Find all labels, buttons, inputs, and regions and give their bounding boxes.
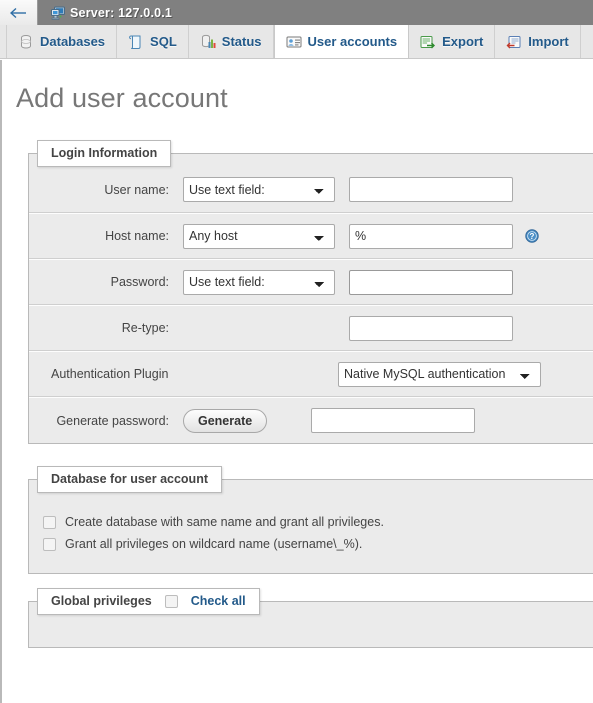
tab-label: Status — [221, 34, 262, 49]
sql-document-icon — [128, 34, 144, 50]
tab-label: SQL — [150, 34, 177, 49]
form-row-host-name: Host name: Any host ? — [29, 213, 593, 259]
help-question-icon[interactable]: ? — [525, 229, 539, 243]
user-account-card-icon — [286, 34, 302, 50]
tab-label: Databases — [40, 34, 106, 49]
password-label: Password: — [110, 275, 169, 289]
section-gap-2 — [2, 574, 593, 588]
login-information-legend: Login Information — [37, 140, 172, 167]
form-row-retype: Re-type: — [29, 305, 593, 351]
retype-label: Re-type: — [121, 321, 169, 335]
tab-export[interactable]: Export — [409, 25, 496, 58]
status-chart-icon — [200, 34, 216, 50]
form-row-auth-plugin: Authentication Plugin Native MySQL authe… — [29, 351, 593, 397]
generate-password-label: Generate password: — [56, 413, 169, 428]
wildcard-privileges-checkbox[interactable] — [43, 537, 56, 551]
create-database-checkbox[interactable] — [43, 515, 56, 529]
tab-databases[interactable]: Databases — [6, 25, 118, 58]
server-monitor-icon — [51, 6, 66, 20]
check-all-checkbox[interactable] — [164, 594, 178, 608]
global-privileges-title: Global privileges — [51, 594, 152, 608]
global-privileges-fieldset: Global privileges Check all — [28, 588, 593, 648]
tab-import[interactable]: Import — [495, 25, 581, 58]
password-mode-select[interactable]: Use text field: — [183, 269, 335, 295]
user-name-label: User name: — [104, 182, 169, 197]
auth-plugin-select[interactable]: Native MySQL authentication — [338, 361, 541, 387]
back-button[interactable] — [0, 0, 38, 25]
database-icon — [18, 34, 34, 50]
retype-password-input[interactable] — [349, 315, 513, 341]
tab-label: Import — [528, 34, 569, 49]
check-all-link[interactable]: Check all — [191, 594, 246, 608]
generated-password-input[interactable] — [311, 408, 476, 433]
host-name-input[interactable] — [349, 223, 513, 249]
password-input[interactable] — [349, 269, 513, 295]
tab-label: User accounts — [307, 34, 398, 49]
form-row-password: Password: Use text field: — [29, 259, 593, 305]
page-title: Add user account — [16, 83, 228, 113]
global-privileges-legend: Global privileges Check all — [37, 588, 260, 615]
server-topbar: Server: 127.0.0.1 — [0, 0, 593, 25]
svg-text:?: ? — [530, 232, 535, 241]
import-icon — [506, 34, 522, 50]
login-information-fieldset: Login Information User name: Use text fi… — [28, 140, 593, 444]
host-name-mode-select[interactable]: Any host — [183, 223, 335, 249]
tab-user-accounts[interactable]: User accounts — [273, 25, 410, 58]
create-database-label: Create database with same name and grant… — [65, 515, 384, 529]
main-content: Add user account Login Information User … — [0, 60, 593, 703]
back-arrow-icon — [9, 7, 26, 18]
form-row-generate-password: Generate password: Generate — [29, 397, 593, 443]
auth-plugin-label: Authentication Plugin — [51, 367, 169, 381]
tab-sql[interactable]: SQL — [117, 25, 189, 58]
export-icon — [420, 34, 436, 50]
server-label: Server: 127.0.0.1 — [70, 5, 173, 20]
checkbox-row-create-database[interactable]: Create database with same name and grant… — [29, 493, 593, 537]
user-name-mode-select[interactable]: Use text field: — [183, 177, 335, 202]
database-for-user-legend: Database for user account — [37, 466, 222, 493]
user-name-input[interactable] — [349, 177, 513, 202]
generate-button[interactable]: Generate — [183, 408, 268, 433]
tab-label: Export — [442, 34, 484, 49]
database-for-user-fieldset: Database for user account Create databas… — [28, 466, 593, 574]
section-gap — [2, 444, 593, 466]
form-row-user-name: User name: Use text field: — [29, 167, 593, 213]
main-tab-bar: Databases SQL Status User accounts Expor… — [0, 25, 593, 59]
host-name-label: Host name: — [105, 229, 169, 243]
tab-status[interactable]: Status — [189, 25, 274, 58]
wildcard-privileges-label: Grant all privileges on wildcard name (u… — [65, 537, 363, 551]
checkbox-row-wildcard-privileges[interactable]: Grant all privileges on wildcard name (u… — [29, 537, 593, 573]
